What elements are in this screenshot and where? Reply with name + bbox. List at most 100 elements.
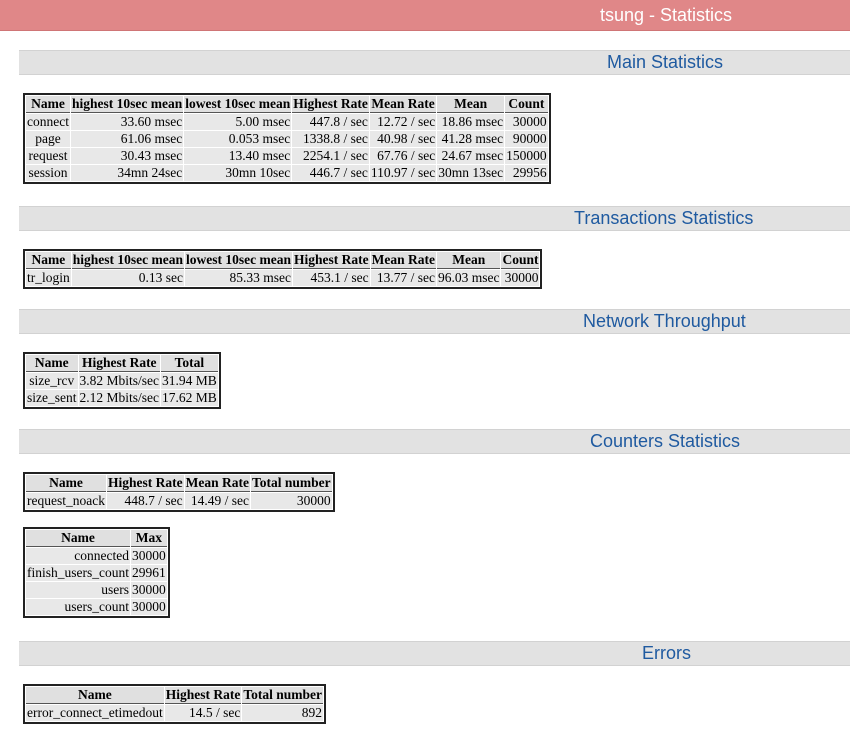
row-name: users_count bbox=[26, 599, 130, 615]
table-cell: 1338.8 / sec bbox=[292, 131, 369, 147]
table-cell: 34mn 24sec bbox=[70, 165, 184, 181]
table-row: connected 30000 bbox=[26, 548, 167, 564]
row-name: request bbox=[26, 148, 70, 164]
table-header-row: Name Highest Rate Total bbox=[26, 355, 218, 372]
table-cell: 67.76 / sec bbox=[369, 148, 437, 164]
column-header: Mean bbox=[437, 96, 505, 113]
row-name: users bbox=[26, 582, 130, 598]
column-header: Highest Rate bbox=[106, 475, 184, 492]
column-header: highest 10sec mean bbox=[70, 96, 184, 113]
row-name: size_rcv bbox=[26, 373, 78, 389]
table-cell: 0.053 msec bbox=[184, 131, 292, 147]
table-cell: 30mn 10sec bbox=[184, 165, 292, 181]
row-name: tr_login bbox=[26, 270, 71, 286]
column-header: Count bbox=[501, 252, 540, 269]
table-cell: 3.82 Mbits/sec bbox=[78, 373, 160, 389]
section-errors: Errors bbox=[19, 641, 850, 666]
column-header: Mean Rate bbox=[184, 475, 250, 492]
table-cell: 61.06 msec bbox=[70, 131, 184, 147]
table-cell: 40.98 / sec bbox=[369, 131, 437, 147]
table-row: size_rcv 3.82 Mbits/sec 31.94 MB bbox=[26, 373, 218, 389]
table-row: users 30000 bbox=[26, 582, 167, 598]
table-cell: 13.40 msec bbox=[184, 148, 292, 164]
table-cell: 446.7 / sec bbox=[292, 165, 369, 181]
table-header-row: Name highest 10sec mean lowest 10sec mea… bbox=[26, 252, 540, 269]
counters-rate-table: Name Highest Rate Mean Rate Total number… bbox=[23, 472, 335, 512]
column-header: Highest Rate bbox=[292, 96, 369, 113]
table-cell: 30.43 msec bbox=[70, 148, 184, 164]
column-header: Max bbox=[131, 530, 167, 547]
section-title-counters: Counters Statistics bbox=[590, 431, 741, 451]
table-cell: 85.33 msec bbox=[185, 270, 292, 286]
table-cell: 892 bbox=[242, 705, 323, 721]
column-header: highest 10sec mean bbox=[71, 252, 184, 269]
table-cell: 2.12 Mbits/sec bbox=[78, 390, 160, 406]
row-name: connected bbox=[26, 548, 130, 564]
table-row: connect 33.60 msec 5.00 msec 447.8 / sec… bbox=[26, 114, 548, 130]
table-cell: 13.77 / sec bbox=[370, 270, 436, 286]
table-header-row: Name Highest Rate Total number bbox=[26, 687, 323, 704]
section-counters-statistics: Counters Statistics bbox=[19, 429, 850, 454]
table-row: users_count 30000 bbox=[26, 599, 167, 615]
column-header: Total bbox=[161, 355, 218, 372]
column-header: Name bbox=[26, 355, 78, 372]
table-cell: 31.94 MB bbox=[161, 373, 218, 389]
row-name: request_noack bbox=[26, 493, 106, 509]
row-name: finish_users_count bbox=[26, 565, 130, 581]
row-name: error_connect_etimedout bbox=[26, 705, 164, 721]
column-header: Total number bbox=[242, 687, 323, 704]
row-name: size_sent bbox=[26, 390, 78, 406]
section-title-main: Main Statistics bbox=[607, 52, 724, 72]
table-cell: 30000 bbox=[250, 493, 332, 509]
column-header: Total number bbox=[250, 475, 332, 492]
table-row: page 61.06 msec 0.053 msec 1338.8 / sec … bbox=[26, 131, 548, 147]
column-header: Name bbox=[26, 252, 71, 269]
section-title-errors: Errors bbox=[642, 643, 691, 663]
table-cell: 30000 bbox=[505, 114, 548, 130]
column-header: Mean Rate bbox=[369, 96, 437, 113]
errors-table: Name Highest Rate Total number error_con… bbox=[23, 684, 326, 724]
table-cell: 110.97 / sec bbox=[369, 165, 437, 181]
column-header: Mean bbox=[436, 252, 501, 269]
page-title: tsung - Statistics bbox=[600, 5, 733, 25]
table-cell: 5.00 msec bbox=[184, 114, 292, 130]
network-throughput-table: Name Highest Rate Total size_rcv 3.82 Mb… bbox=[23, 352, 221, 409]
main-statistics-table: Name highest 10sec mean lowest 10sec mea… bbox=[23, 93, 551, 184]
table-row: size_sent 2.12 Mbits/sec 17.62 MB bbox=[26, 390, 218, 406]
table-header-row: Name highest 10sec mean lowest 10sec mea… bbox=[26, 96, 548, 113]
header-bar: tsung - Statistics bbox=[0, 0, 850, 31]
table-cell: 41.28 msec bbox=[437, 131, 505, 147]
table-cell: 29956 bbox=[505, 165, 548, 181]
table-cell: 12.72 / sec bbox=[369, 114, 437, 130]
table-cell: 29961 bbox=[131, 565, 167, 581]
table-cell: 30mn 13sec bbox=[437, 165, 505, 181]
section-title-transactions: Transactions Statistics bbox=[574, 208, 754, 228]
column-header: Highest Rate bbox=[164, 687, 242, 704]
table-header-row: Name Highest Rate Mean Rate Total number bbox=[26, 475, 332, 492]
table-header-row: Name Max bbox=[26, 530, 167, 547]
column-header: Highest Rate bbox=[292, 252, 370, 269]
table-cell: 14.5 / sec bbox=[164, 705, 242, 721]
table-cell: 18.86 msec bbox=[437, 114, 505, 130]
column-header: lowest 10sec mean bbox=[185, 252, 292, 269]
table-cell: 0.13 sec bbox=[71, 270, 184, 286]
table-cell: 30000 bbox=[131, 582, 167, 598]
table-row: request 30.43 msec 13.40 msec 2254.1 / s… bbox=[26, 148, 548, 164]
table-cell: 17.62 MB bbox=[161, 390, 218, 406]
table-cell: 150000 bbox=[505, 148, 548, 164]
transactions-statistics-table: Name highest 10sec mean lowest 10sec mea… bbox=[23, 249, 543, 289]
table-row: request_noack 448.7 / sec 14.49 / sec 30… bbox=[26, 493, 332, 509]
table-cell: 90000 bbox=[505, 131, 548, 147]
table-cell: 453.1 / sec bbox=[292, 270, 370, 286]
table-row: finish_users_count 29961 bbox=[26, 565, 167, 581]
table-cell: 14.49 / sec bbox=[184, 493, 250, 509]
column-header: lowest 10sec mean bbox=[184, 96, 292, 113]
table-cell: 448.7 / sec bbox=[106, 493, 184, 509]
section-transactions-statistics: Transactions Statistics bbox=[19, 206, 850, 231]
table-cell: 30000 bbox=[131, 548, 167, 564]
column-header: Count bbox=[505, 96, 548, 113]
column-header: Highest Rate bbox=[78, 355, 160, 372]
column-header: Name bbox=[26, 475, 106, 492]
table-cell: 447.8 / sec bbox=[292, 114, 369, 130]
section-main-statistics: Main Statistics bbox=[19, 50, 850, 75]
